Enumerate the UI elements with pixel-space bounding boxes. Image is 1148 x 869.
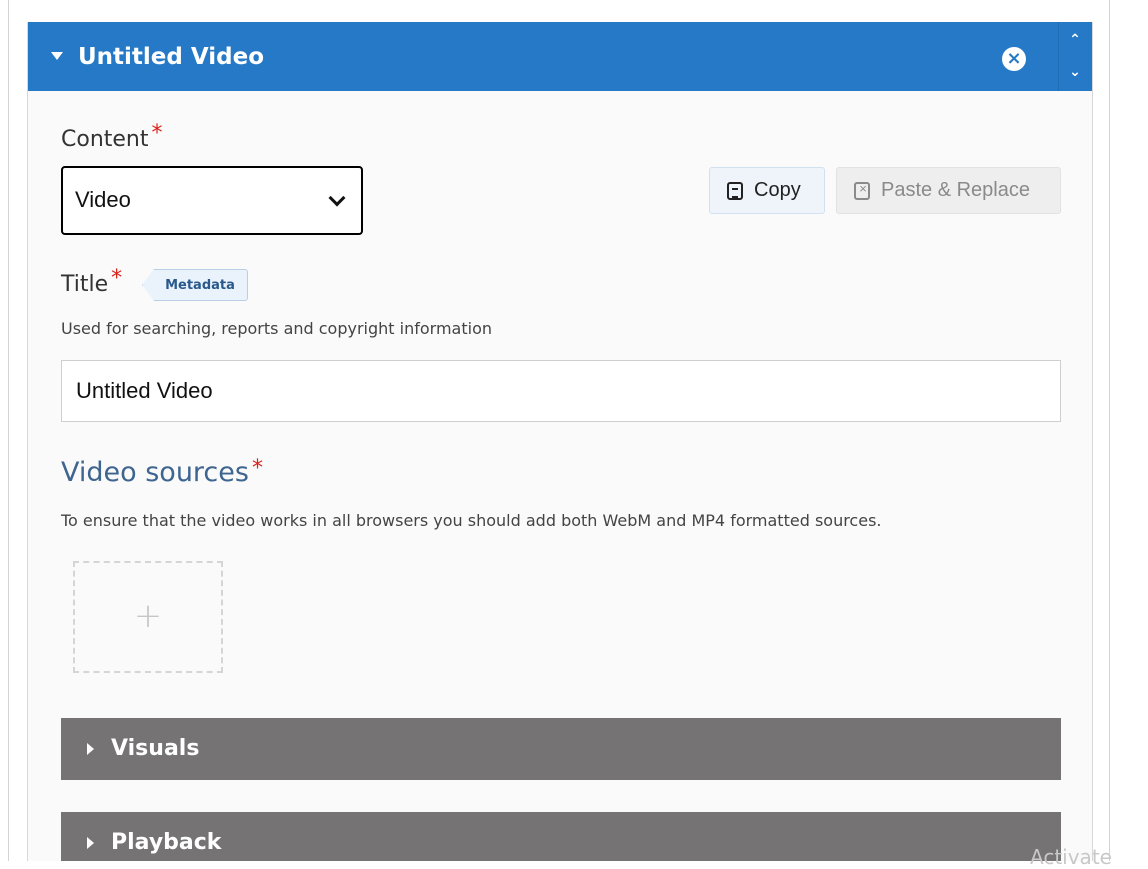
- title-description: Used for searching, reports and copyrigh…: [61, 319, 492, 338]
- close-glyph: ×: [1006, 48, 1022, 69]
- group-playback[interactable]: Playback: [61, 812, 1061, 861]
- right-divider: [1109, 0, 1110, 861]
- copy-button[interactable]: Copy: [709, 167, 825, 214]
- metadata-tag[interactable]: Metadata: [142, 269, 248, 301]
- video-editor-panel: Untitled Video × ⌃ ⌄ Content * Video Copy…: [27, 22, 1093, 861]
- content-type-select[interactable]: Video: [61, 166, 363, 235]
- title-label: Title *: [61, 266, 122, 300]
- left-divider: [8, 0, 9, 861]
- copy-button-label: Copy: [754, 179, 801, 201]
- required-mark: *: [151, 121, 163, 146]
- caret-right-icon: [87, 743, 94, 755]
- required-mark: *: [111, 266, 123, 291]
- content-label: Content *: [61, 121, 163, 155]
- content-type-value: Video: [75, 187, 131, 212]
- title-input[interactable]: Untitled Video: [61, 360, 1061, 422]
- paste-button-label: Paste & Replace: [881, 179, 1030, 201]
- panel-title: Untitled Video: [78, 44, 265, 70]
- video-sources-title: Video sources *: [61, 456, 263, 492]
- move-up-icon[interactable]: ⌃: [1065, 30, 1085, 50]
- video-sources-title-text: Video sources: [61, 457, 249, 488]
- caret-right-icon: [87, 837, 94, 849]
- caret-down-icon[interactable]: [51, 52, 63, 60]
- video-sources-description: To ensure that the video works in all br…: [61, 511, 882, 530]
- chevron-down-icon: [328, 189, 346, 207]
- add-video-source-button[interactable]: +: [73, 561, 223, 673]
- paste-replace-button[interactable]: Paste & Replace: [836, 167, 1061, 214]
- group-visuals-label: Visuals: [111, 736, 200, 761]
- required-mark: *: [251, 456, 263, 481]
- paste-icon: [854, 181, 870, 200]
- panel-header[interactable]: Untitled Video × ⌃ ⌄: [28, 22, 1092, 91]
- activation-watermark: Activate: [1030, 845, 1112, 869]
- copy-icon: [727, 181, 743, 200]
- title-label-text: Title: [61, 272, 109, 297]
- group-visuals[interactable]: Visuals: [61, 718, 1061, 780]
- content-label-text: Content: [61, 127, 149, 152]
- plus-icon: +: [133, 596, 163, 636]
- move-down-icon[interactable]: ⌄: [1065, 62, 1085, 82]
- group-playback-label: Playback: [111, 830, 222, 855]
- close-icon[interactable]: ×: [1002, 47, 1026, 71]
- header-separator: [1058, 22, 1059, 91]
